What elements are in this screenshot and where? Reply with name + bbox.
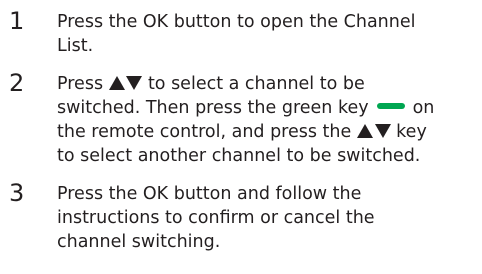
up-arrow-icon: [108, 76, 125, 90]
step-text: key: [390, 122, 427, 142]
step-text: on: [412, 98, 435, 118]
step-text: the remote control, and press the: [57, 122, 352, 142]
step-number: 1: [9, 7, 25, 35]
step-text-line: instructions to confirm or cancel the: [57, 208, 375, 228]
step-text-line: the remote control, and press the key: [57, 120, 427, 144]
step-text-line: Press the OK button to open the Channel: [57, 12, 416, 32]
up-arrow-icon: [356, 124, 373, 138]
step-text-line: switched. Then press the green key on: [57, 96, 434, 120]
step-text: switched. Then press the green key: [57, 98, 369, 118]
down-arrow-icon: [126, 76, 143, 90]
step-number: 2: [9, 69, 25, 97]
step-text-line: Press to select a channel to be: [57, 72, 365, 96]
step-text: to select a channel to be: [142, 74, 365, 94]
instruction-steps: 1 Press the OK button to open the Channe…: [0, 0, 482, 274]
step-text: Press: [57, 74, 109, 94]
down-arrow-icon: [374, 124, 391, 138]
step-text-line: channel switching.: [57, 232, 221, 252]
step-number: 3: [9, 179, 25, 207]
step-text-line: List.: [57, 36, 94, 56]
step-text-line: to select another channel to be switched…: [57, 146, 421, 166]
green-key-icon: [376, 103, 405, 109]
step-text-line: Press the OK button and follow the: [57, 184, 362, 204]
